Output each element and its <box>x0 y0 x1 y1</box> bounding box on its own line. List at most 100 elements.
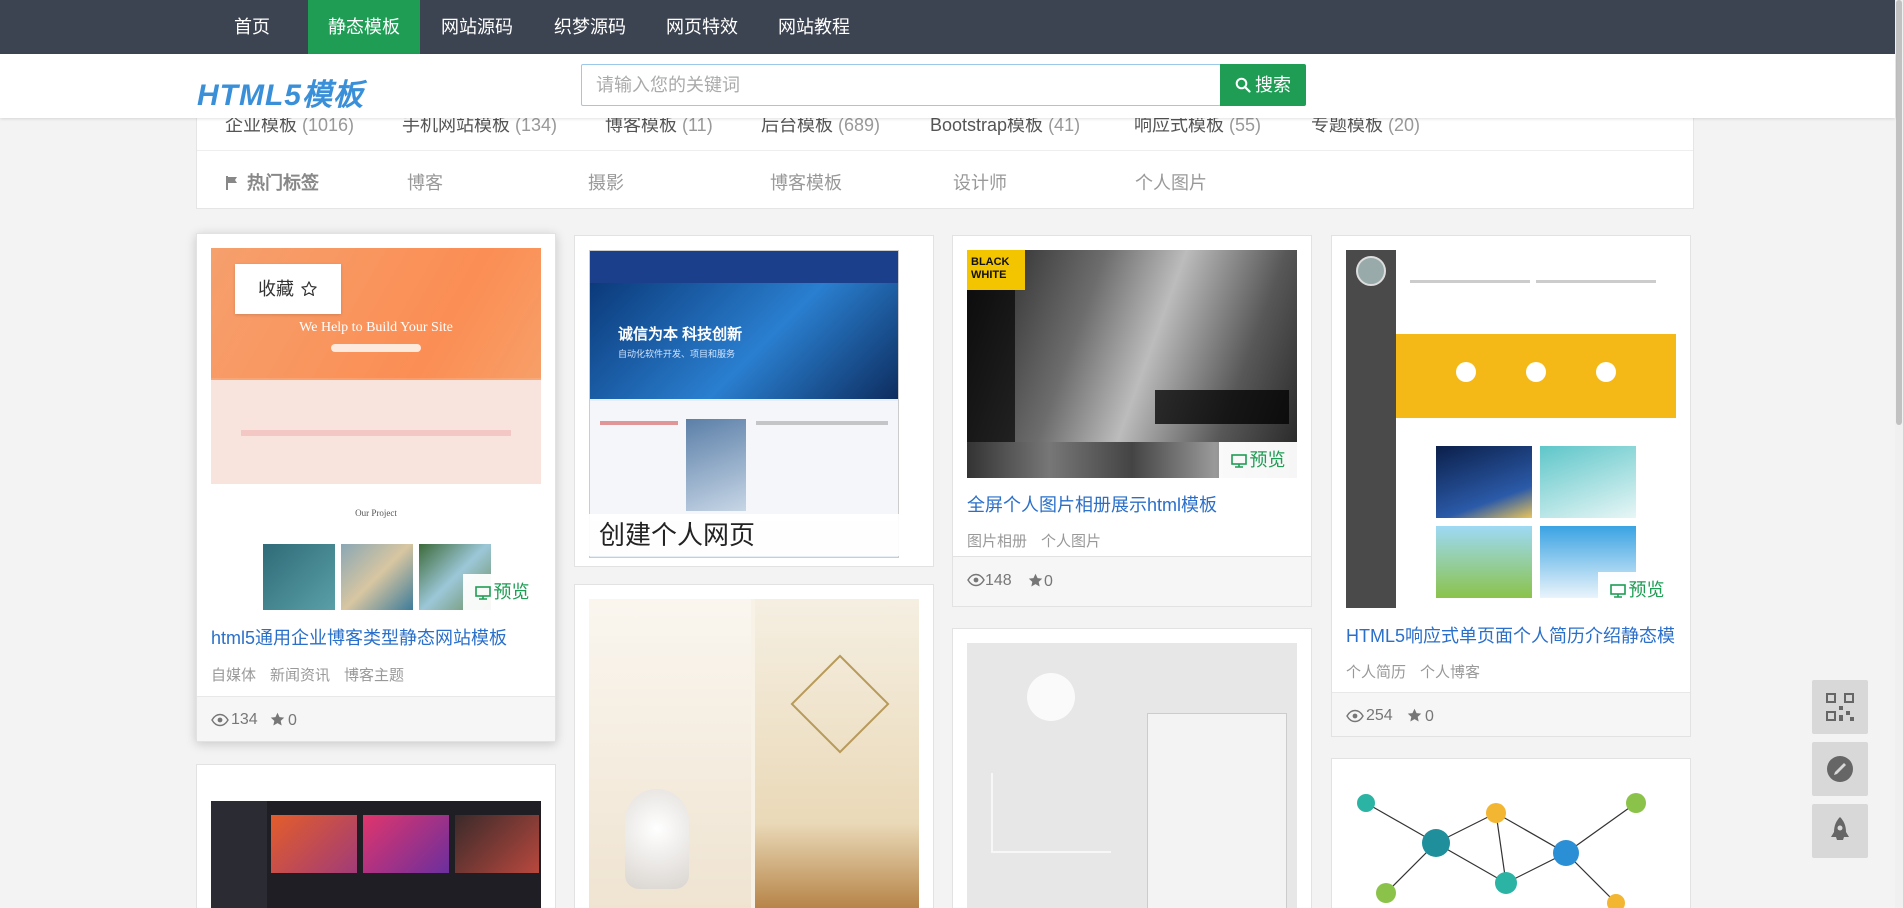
template-card[interactable]: BLACK WHITE 预览 全屏个人图片相册展示html模板 图片相册 个人图片 <box>952 235 1312 557</box>
template-card[interactable] <box>952 628 1312 908</box>
hot-tag[interactable]: 摄影 <box>588 169 624 195</box>
template-card[interactable]: 诚信为本 科技创新 自动化软件开发、项目和服务 创建个人网页 <box>574 235 934 567</box>
hot-tag[interactable]: 博客 <box>407 169 443 195</box>
template-card[interactable] <box>574 584 934 908</box>
hot-tags-row: 热门标签 博客 摄影 博客模板 设计师 个人图片 <box>197 151 1693 209</box>
scrollbar-thumb[interactable] <box>1896 0 1902 425</box>
nav-item-tutorials[interactable]: 网站教程 <box>758 0 870 54</box>
card-thumbnail[interactable] <box>589 599 919 908</box>
stars-count: 0 <box>1044 573 1053 590</box>
card-thumbnail[interactable]: 诚信为本 科技创新 自动化软件开发、项目和服务 <box>589 250 899 558</box>
stars-count: 0 <box>1425 708 1434 725</box>
card-tags: 个人简历 个人博客 <box>1346 661 1494 682</box>
thumb-avatar <box>1027 673 1075 721</box>
thumb-slogan: 诚信为本 科技创新 <box>618 326 743 343</box>
card-footer: 148 0 <box>952 557 1312 607</box>
qrcode-icon <box>1826 693 1854 721</box>
card-tag[interactable]: 图片相册 <box>967 533 1027 550</box>
category-count: (20) <box>1388 115 1421 135</box>
card-tag[interactable]: 个人博客 <box>1420 664 1480 681</box>
card-thumbnail[interactable]: We Help to Build Your Site Our Project 收… <box>211 248 541 610</box>
category-count: (41) <box>1048 115 1081 135</box>
card-tags: 自媒体 新闻资讯 博客主题 <box>211 664 418 685</box>
hot-tag[interactable]: 设计师 <box>953 169 1007 195</box>
nav-item-home[interactable]: 首页 <box>214 0 290 54</box>
category-label: 企业模板 <box>225 115 297 135</box>
thumb-topbar <box>590 251 898 283</box>
star-icon <box>1407 708 1422 722</box>
card-tag[interactable]: 个人图片 <box>1041 533 1101 550</box>
preview-button[interactable]: 预览 <box>1598 572 1676 608</box>
thumb-line <box>600 421 678 425</box>
rocket-icon <box>1831 817 1849 840</box>
card-title[interactable]: html5通用企业博客类型静态网站模板 <box>211 624 541 650</box>
card-tags: 图片相册 个人图片 <box>967 530 1115 551</box>
thumb-subtitle: 自动化软件开发、项目和服务 <box>618 349 736 359</box>
card-tag[interactable]: 博客主题 <box>344 667 404 684</box>
thumb-quote <box>991 773 1111 853</box>
template-card[interactable]: We Help to Build Your Site Our Project 收… <box>196 233 556 742</box>
thumb-hero-bar <box>331 344 421 352</box>
nav-item-effects[interactable]: 网页特效 <box>646 0 758 54</box>
nav-item-dede-source[interactable]: 织梦源码 <box>534 0 646 54</box>
card-thumbnail[interactable] <box>211 779 541 908</box>
template-card[interactable]: 预览 HTML5响应式单页面个人简历介绍静态模 个人简历 个人博客 254 0 <box>1331 235 1691 737</box>
thumb-video <box>271 815 357 873</box>
thumb-calligraphy <box>605 619 665 689</box>
template-card[interactable] <box>1331 758 1691 908</box>
views-stat: 254 <box>1346 707 1393 725</box>
category-label: 响应式模板 <box>1134 115 1224 135</box>
preview-button[interactable]: 预览 <box>463 574 541 610</box>
thumb-photo <box>341 544 413 610</box>
thumb-caption <box>1155 390 1289 424</box>
card-thumbnail[interactable] <box>967 643 1297 908</box>
search-button[interactable]: 搜索 <box>1220 64 1306 106</box>
category-label: 手机网站模板 <box>402 115 510 135</box>
views-count: 134 <box>231 711 258 728</box>
card-overlay-title[interactable]: 创建个人网页 <box>589 514 899 556</box>
hot-tag[interactable]: 个人图片 <box>1135 169 1207 195</box>
thumb-photo <box>263 544 335 610</box>
search-input[interactable] <box>582 65 1222 105</box>
card-title[interactable]: HTML5响应式单页面个人简历介绍静态模 <box>1346 622 1676 648</box>
nav-item-site-source[interactable]: 网站源码 <box>421 0 533 54</box>
favorite-button[interactable]: 收藏 <box>235 264 341 314</box>
star-outline-icon <box>301 281 317 296</box>
thumb-avatar <box>1356 256 1386 286</box>
card-thumbnail[interactable] <box>1346 773 1656 908</box>
stars-stat: 0 <box>1406 707 1434 726</box>
preview-button[interactable]: 预览 <box>1219 442 1297 478</box>
star-icon <box>270 712 285 726</box>
back-to-top-button[interactable] <box>1812 804 1868 858</box>
thumb-video <box>455 815 539 873</box>
feedback-button[interactable] <box>1812 742 1868 796</box>
card-tag[interactable]: 个人简历 <box>1346 664 1406 681</box>
card-tag[interactable]: 自媒体 <box>211 667 256 684</box>
category-label: 博客模板 <box>605 115 677 135</box>
qrcode-button[interactable] <box>1812 680 1868 734</box>
thumb-building <box>686 419 746 511</box>
eye-icon <box>211 713 229 727</box>
category-count: (689) <box>838 115 881 135</box>
card-title[interactable]: 全屏个人图片相册展示html模板 <box>967 491 1297 517</box>
site-logo[interactable]: HTML5模板 <box>197 70 364 114</box>
stars-stat: 0 <box>1027 572 1053 591</box>
thumb-line <box>1536 280 1656 283</box>
thumb-info <box>1396 250 1676 334</box>
thumb-resume-table <box>1147 713 1287 908</box>
search-icon <box>1235 77 1251 93</box>
network-illustration <box>1357 793 1646 908</box>
stars-count: 0 <box>288 712 297 729</box>
views-stat: 148 <box>967 572 1012 590</box>
card-footer: 134 0 <box>197 696 555 741</box>
thumb-work <box>1436 526 1532 598</box>
thumb-sidebar <box>211 801 267 908</box>
hot-tag[interactable]: 博客模板 <box>770 169 842 195</box>
template-card[interactable] <box>196 764 556 908</box>
card-tag[interactable]: 新闻资讯 <box>270 667 330 684</box>
card-thumbnail[interactable]: 预览 <box>1346 250 1676 608</box>
category-count: (134) <box>515 115 558 135</box>
nav-item-static-templates[interactable]: 静态模板 <box>308 0 420 54</box>
top-nav: 首页 静态模板 网站源码 织梦源码 网页特效 网站教程 <box>0 0 1895 54</box>
card-thumbnail[interactable]: BLACK WHITE 预览 <box>967 250 1297 478</box>
